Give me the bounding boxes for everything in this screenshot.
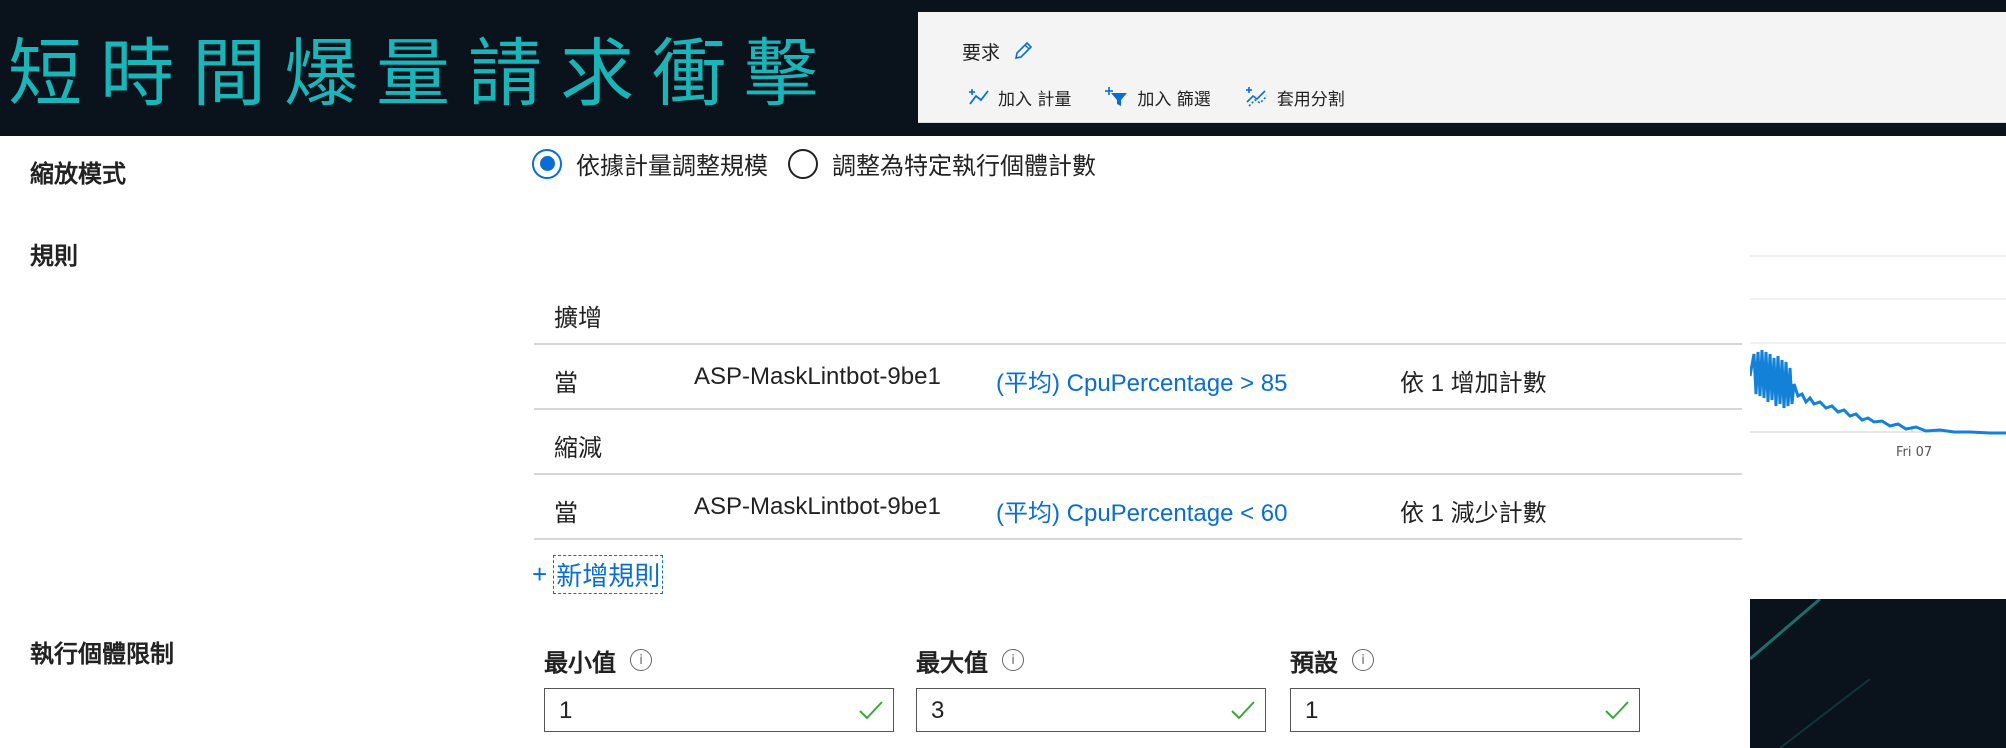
pencil-icon[interactable] (1012, 40, 1034, 62)
instance-limits-label: 執行個體限制 (30, 641, 174, 668)
add-filter-icon (1105, 87, 1128, 106)
rules-label: 規則 (30, 243, 78, 270)
autoscale-settings-panel: 縮放模式 依據計量調整規模 調整為特定執行個體計數 規則 擴增 當 ASP-Ma… (0, 136, 1750, 748)
check-icon (1605, 701, 1629, 720)
rule-resource: ASP-MaskLintbot-9be1 (694, 363, 941, 390)
metrics-title: 要求 (962, 41, 1001, 64)
info-icon[interactable]: i (630, 649, 652, 671)
minimum-label: 最小值 (544, 649, 616, 677)
metric-chart-svg: Fri 07 (1748, 255, 2006, 460)
plus-icon: + (532, 559, 548, 589)
rule-condition-link[interactable]: (平均) CpuPercentage < 60 (996, 493, 1287, 528)
radio-scale-by-metric[interactable] (532, 148, 562, 179)
scale-in-header-text: 縮減 (554, 435, 602, 462)
request-series-line (1748, 349, 2006, 435)
apply-split-label: 套用分割 (1276, 89, 1345, 110)
scale-mode-options: 依據計量調整規模 調整為特定執行個體計數 (532, 146, 1116, 181)
rule-resource: ASP-MaskLintbot-9be1 (694, 493, 941, 520)
x-tick-label: Fri 07 (1896, 445, 1932, 460)
check-icon (1231, 701, 1255, 720)
background-decoration (1750, 599, 1871, 748)
metrics-toolbar: 加入 計量 加入 篩選 套用分割 (968, 82, 1379, 112)
rule-when: 當 (554, 370, 578, 397)
add-filter-button[interactable]: 加入 篩選 (1105, 85, 1211, 110)
add-rule-label: 新增規則 (553, 555, 664, 594)
scale-out-header-text: 擴增 (554, 305, 602, 332)
rule-action: 依 1 增加計數 (1400, 370, 1547, 397)
apply-split-icon (1245, 87, 1268, 107)
default-label: 預設 (1290, 649, 1338, 677)
add-metric-label: 加入 計量 (998, 89, 1072, 110)
default-input[interactable]: 1 (1290, 688, 1640, 732)
default-value: 1 (1305, 697, 1319, 724)
radio-scale-by-metric-label[interactable]: 依據計量調整規模 (576, 146, 768, 181)
rule-when: 當 (554, 500, 578, 527)
scale-out-header: 擴增 (534, 280, 1742, 345)
rules-table: 擴增 當 ASP-MaskLintbot-9be1 (平均) CpuPercen… (534, 280, 1742, 540)
add-rule-link[interactable]: + 新增規則 (532, 555, 664, 594)
scale-mode-label: 縮放模式 (30, 161, 126, 188)
maximum-input[interactable]: 3 (916, 688, 1266, 732)
info-icon[interactable]: i (1352, 649, 1374, 671)
minimum-value: 1 (559, 697, 573, 724)
scale-out-rule-row[interactable]: 當 ASP-MaskLintbot-9be1 (平均) CpuPercentag… (534, 345, 1742, 410)
rule-condition-link[interactable]: (平均) CpuPercentage > 85 (996, 363, 1287, 398)
info-icon[interactable]: i (1002, 649, 1024, 671)
metrics-panel: 要求 加入 計量 加入 篩選 套用分割 (918, 12, 2006, 123)
radio-scale-to-instance-count-label[interactable]: 調整為特定執行個體計數 (832, 146, 1096, 181)
add-metric-icon (969, 89, 989, 105)
default-limit: 預設 i 1 (1290, 642, 1640, 732)
rule-action: 依 1 減少計數 (1400, 500, 1547, 527)
metric-chart: Fri 07 (1748, 136, 2006, 599)
maximum-limit: 最大值 i 3 (916, 642, 1266, 732)
radio-scale-to-instance-count[interactable] (788, 148, 818, 179)
apply-split-button[interactable]: 套用分割 (1245, 85, 1345, 110)
add-filter-label: 加入 篩選 (1137, 89, 1211, 110)
slide-title: 短時間爆量請求衝擊 (8, 31, 836, 117)
minimum-input[interactable]: 1 (544, 688, 894, 732)
scale-in-rule-row[interactable]: 當 ASP-MaskLintbot-9be1 (平均) CpuPercentag… (534, 475, 1742, 540)
check-icon (859, 701, 883, 720)
scale-in-header: 縮減 (534, 410, 1742, 475)
maximum-label: 最大值 (916, 649, 988, 677)
minimum-limit: 最小值 i 1 (544, 642, 894, 732)
metrics-title-row: 要求 (962, 26, 1034, 76)
add-metric-button[interactable]: 加入 計量 (968, 85, 1071, 110)
maximum-value: 3 (931, 697, 945, 724)
